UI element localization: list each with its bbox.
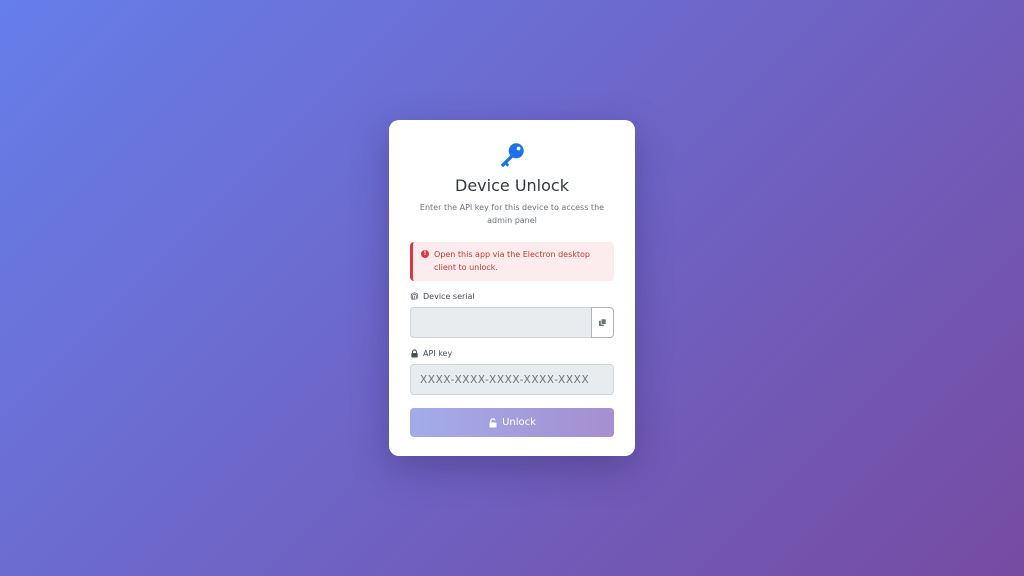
page-subtitle: Enter the API key for this device to acc… [419, 203, 605, 225]
device-serial-label: Device serial [410, 290, 614, 302]
key-icon [500, 143, 524, 168]
device-serial-label-text: Device serial [423, 291, 475, 301]
unlock-button[interactable]: Unlock [410, 408, 614, 437]
copy-icon [598, 318, 607, 327]
lock-icon [411, 348, 418, 358]
device-serial-input[interactable] [410, 307, 591, 338]
page-title: Device Unlock [455, 176, 569, 195]
api-key-input[interactable] [410, 364, 614, 395]
api-key-label-text: API key [423, 348, 453, 358]
device-serial-group [410, 307, 614, 338]
alert-message: Open this app via the Electron desktop c… [434, 250, 590, 272]
exclamation-circle-icon: ! [421, 250, 429, 258]
copy-serial-button[interactable] [591, 307, 614, 338]
unlock-button-label: Unlock [502, 417, 536, 428]
unlock-icon [489, 417, 497, 427]
api-key-label: API key [410, 347, 614, 359]
unlock-card: Device Unlock Enter the API key for this… [389, 120, 635, 456]
error-alert: ! Open this app via the Electron desktop… [410, 242, 614, 281]
fingerprint-icon [410, 291, 419, 300]
